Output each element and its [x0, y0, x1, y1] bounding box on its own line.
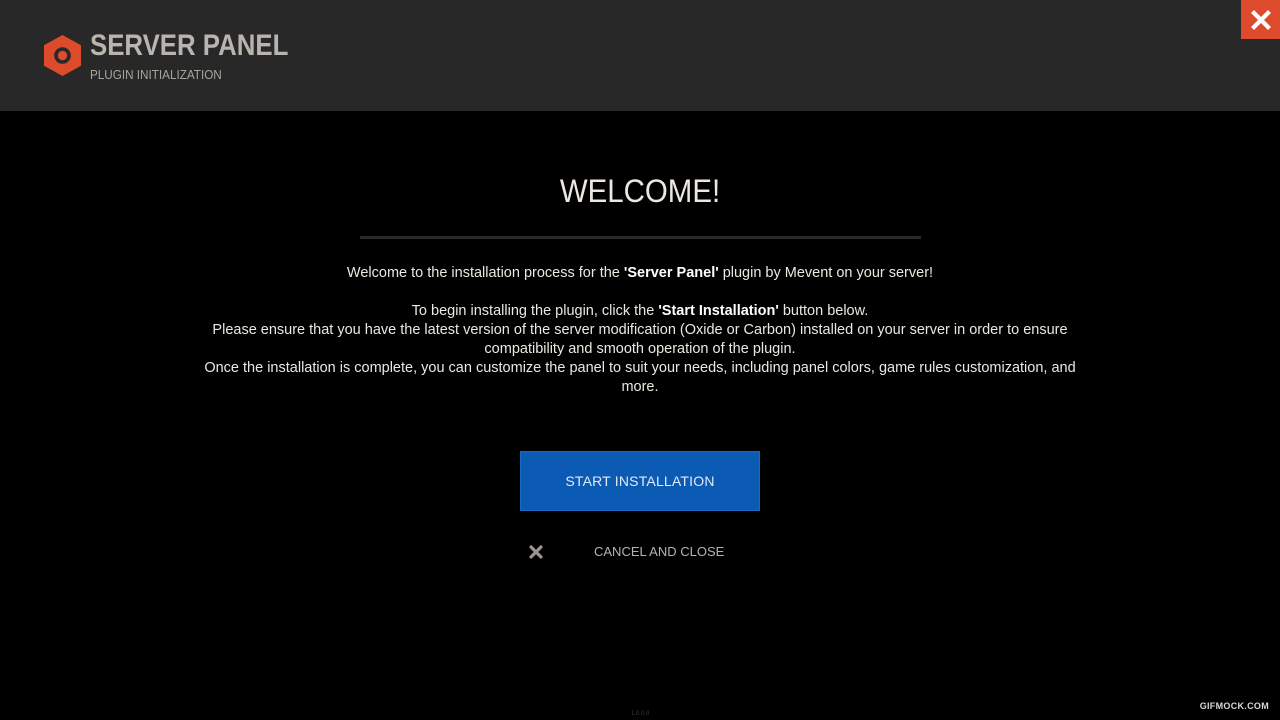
close-icon — [1250, 9, 1271, 30]
customization-paragraph: Once the installation is complete, you c… — [204, 360, 1076, 395]
welcome-description: Welcome to the installation process for … — [200, 264, 1080, 397]
instruction-paragraph: To begin installing the plugin, click th… — [411, 303, 869, 319]
hexagon-logo-icon — [44, 35, 81, 76]
app-title: SERVER PANEL — [90, 29, 289, 62]
requirements-paragraph: Please ensure that you have the latest v… — [212, 322, 1068, 357]
close-button[interactable] — [1241, 0, 1280, 39]
start-installation-label: START INSTALLATION — [565, 473, 715, 489]
x-icon — [529, 545, 543, 559]
start-installation-reference: 'Start Installation' — [658, 303, 779, 319]
version-label: 1.0.0.0 — [630, 711, 650, 717]
plugin-name: 'Server Panel' — [623, 265, 719, 281]
start-installation-button[interactable]: START INSTALLATION — [520, 451, 760, 511]
app-subtitle: PLUGIN INITIALIZATION — [90, 67, 222, 82]
cancel-and-close-button[interactable]: CANCEL AND CLOSE — [520, 541, 760, 563]
divider — [360, 236, 921, 239]
header-bar: SERVER PANEL PLUGIN INITIALIZATION — [0, 0, 1280, 111]
watermark: GIFMOCK.COM — [1199, 701, 1269, 711]
welcome-title: WELCOME! — [559, 173, 721, 209]
intro-paragraph: Welcome to the installation process for … — [346, 265, 934, 281]
cancel-and-close-label: CANCEL AND CLOSE — [594, 544, 725, 559]
